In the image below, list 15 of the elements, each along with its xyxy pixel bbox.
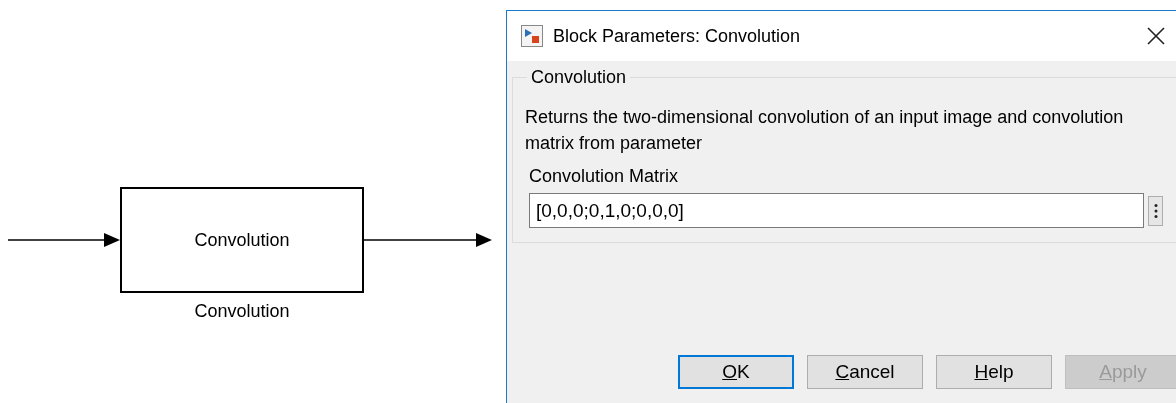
parameter-label: Convolution Matrix xyxy=(529,166,680,187)
ok-button[interactable]: OK xyxy=(678,355,794,389)
close-button[interactable] xyxy=(1147,27,1165,45)
matrix-field[interactable]: [0,0,0;0,1,0;0,0,0] xyxy=(529,193,1144,228)
block-parameters-icon xyxy=(521,25,543,47)
help-button[interactable]: Help xyxy=(936,355,1052,389)
description-text: Returns the two-dimensional convolution of an input image and convolution matrix from parameter xyxy=(525,106,1125,155)
cancel-button[interactable]: Cancel xyxy=(807,355,923,389)
close-icon xyxy=(1147,27,1165,45)
group-title: Convolution xyxy=(530,67,628,88)
convolution-block[interactable]: Convolution xyxy=(120,187,364,293)
window-title: Block Parameters: Convolution xyxy=(553,25,802,47)
more-options-button[interactable] xyxy=(1148,195,1163,226)
block-label: Convolution xyxy=(193,301,291,322)
vertical-dots-icon xyxy=(1153,202,1158,219)
